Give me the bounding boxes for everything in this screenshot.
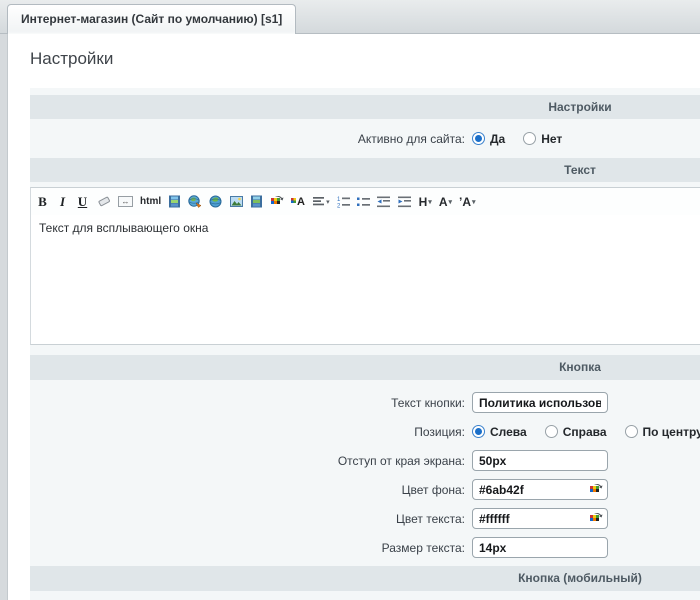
tab-site-default[interactable]: Интернет-магазин (Сайт по умолчанию) [s1…	[7, 4, 296, 34]
align-icon[interactable]: ▾	[313, 194, 330, 210]
snippet-icon[interactable]	[168, 194, 181, 210]
position-option-right[interactable]: Справа	[545, 425, 607, 439]
editor-toolbar: B I U ↔ html	[31, 188, 700, 215]
button-text-input[interactable]	[472, 392, 608, 413]
font-color-icon[interactable]: A	[291, 194, 306, 210]
radio-right-label: Справа	[563, 425, 607, 439]
radio-center[interactable]	[625, 425, 638, 438]
unordered-list-icon[interactable]	[357, 194, 370, 210]
active-label: Активно для сайта:	[30, 132, 465, 146]
radio-left[interactable]	[472, 425, 485, 438]
color-picker-icon[interactable]	[589, 512, 603, 528]
radio-no[interactable]	[523, 132, 536, 145]
margin-label: Отступ от края экрана:	[30, 454, 465, 468]
svg-text:1: 1	[337, 197, 341, 203]
position-radio-group: Слева Справа По центру	[472, 425, 700, 439]
anchor-icon[interactable]	[209, 194, 223, 210]
row-button-text: Текст кнопки:	[30, 388, 700, 417]
position-label: Позиция:	[30, 425, 465, 439]
row-text-size: Размер текста:	[30, 533, 700, 562]
rich-text-editor: B I U ↔ html	[30, 187, 700, 345]
position-option-center[interactable]: По центру	[625, 425, 700, 439]
radio-left-label: Слева	[490, 425, 527, 439]
bold-icon[interactable]: B	[36, 194, 49, 210]
bg-color-input[interactable]	[472, 479, 608, 500]
html-icon[interactable]: html	[140, 194, 161, 210]
color-picker-icon[interactable]	[589, 483, 603, 499]
position-option-left[interactable]: Слева	[472, 425, 527, 439]
section-header-text: Текст	[30, 158, 700, 182]
tab-label: Интернет-магазин (Сайт по умолчанию) [s1…	[21, 12, 282, 26]
editor-content[interactable]: Текст для всплывающего окна	[31, 215, 700, 346]
section-header-button: Кнопка	[30, 355, 700, 380]
content-panel: Настройки Настройки Активно для сайта: Д…	[7, 34, 700, 600]
page-title: Настройки	[30, 49, 700, 69]
margin-input[interactable]	[472, 450, 608, 471]
font-family-icon[interactable]: ʼA▾	[459, 194, 476, 210]
row-margin: Отступ от края экрана:	[30, 446, 700, 475]
active-radio-group: Да Нет	[472, 132, 580, 146]
tab-bar: Интернет-магазин (Сайт по умолчанию) [s1…	[0, 0, 700, 34]
row-position: Позиция: Слева Справа По центру	[30, 417, 700, 446]
indent-icon[interactable]	[398, 194, 412, 210]
copy-format-icon[interactable]	[270, 194, 284, 210]
video-icon[interactable]	[250, 194, 263, 210]
radio-yes-label: Да	[490, 132, 505, 146]
italic-icon[interactable]: I	[56, 194, 69, 210]
text-size-label: Размер текста:	[30, 541, 465, 555]
radio-yes[interactable]	[472, 132, 485, 145]
font-size-icon[interactable]: A▾	[439, 194, 452, 210]
bg-color-label: Цвет фона:	[30, 483, 465, 497]
radio-center-label: По центру	[643, 425, 700, 439]
radio-no-label: Нет	[541, 132, 562, 146]
text-color-input[interactable]	[472, 508, 608, 529]
text-size-input[interactable]	[472, 537, 608, 558]
heading-icon[interactable]: H▾	[419, 194, 432, 210]
image-icon[interactable]	[230, 194, 243, 210]
text-color-label: Цвет текста:	[30, 512, 465, 526]
underline-icon[interactable]: U	[76, 194, 89, 210]
row-active-for-site: Активно для сайта: Да Нет	[30, 119, 700, 158]
ordered-list-icon[interactable]: 12	[337, 194, 350, 210]
row-text-color: Цвет текста:	[30, 504, 700, 533]
button-text-label: Текст кнопки:	[30, 396, 465, 410]
row-bg-color: Цвет фона:	[30, 475, 700, 504]
section-header-settings: Настройки	[30, 95, 700, 119]
eraser-icon[interactable]	[96, 194, 111, 210]
active-option-no[interactable]: Нет	[523, 132, 562, 146]
active-option-yes[interactable]: Да	[472, 132, 505, 146]
svg-text:A: A	[297, 196, 305, 208]
radio-right[interactable]	[545, 425, 558, 438]
settings-form: Настройки Активно для сайта: Да Нет Текс…	[30, 88, 700, 600]
section-header-button-mobile: Кнопка (мобильный)	[30, 566, 700, 591]
link-icon[interactable]	[188, 194, 202, 210]
svg-text:2: 2	[337, 203, 341, 208]
source-icon[interactable]: ↔	[118, 194, 133, 210]
outdent-icon[interactable]	[377, 194, 391, 210]
